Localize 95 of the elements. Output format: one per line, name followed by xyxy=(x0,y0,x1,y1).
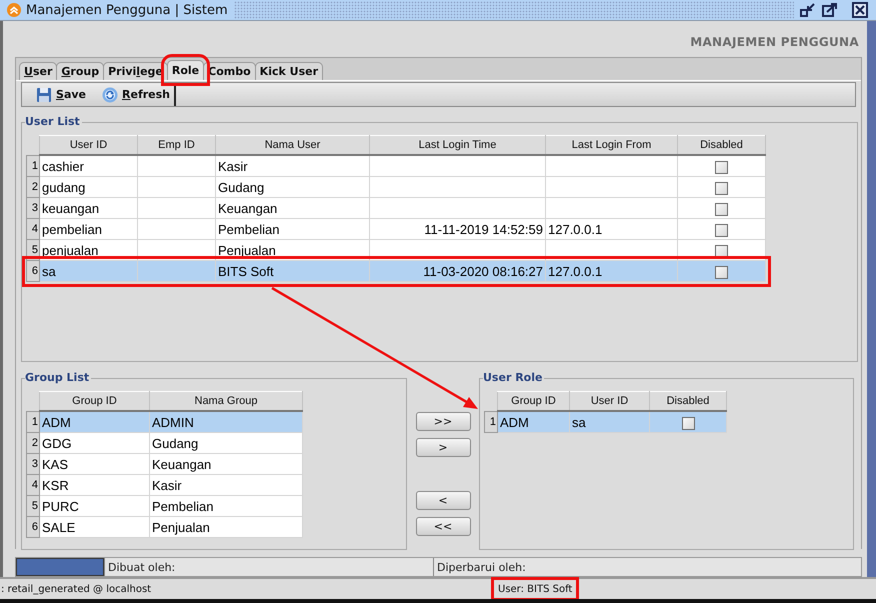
refresh-icon xyxy=(102,86,118,103)
updated-by-label: Diperbarui oleh: xyxy=(433,558,861,576)
group-title: User List xyxy=(25,115,82,128)
group-title: Group List xyxy=(25,371,92,384)
row-number: 5 xyxy=(26,496,40,517)
app-logo-icon xyxy=(7,3,21,18)
column-header[interactable]: User ID xyxy=(40,136,138,156)
table-row[interactable]: 1 ADM sa xyxy=(484,411,726,433)
column-header[interactable]: Disabled xyxy=(650,392,726,412)
table-cell: sa xyxy=(570,411,650,433)
row-number: 6 xyxy=(26,260,40,282)
table-row[interactable]: 4 KSR Kasir xyxy=(26,474,302,496)
table-row[interactable]: 5 PURC Pembelian xyxy=(26,496,302,517)
move-button[interactable]: >> xyxy=(416,412,470,432)
move-button[interactable]: > xyxy=(416,438,470,458)
table-cell: Gudang xyxy=(216,176,370,198)
window-title: Manajemen Pengguna | Sistem xyxy=(26,2,228,18)
table-cell: PURC xyxy=(40,496,150,517)
table-row[interactable]: 5 penjualan Penjualan xyxy=(26,240,766,261)
checkbox[interactable] xyxy=(715,202,728,216)
row-number: 2 xyxy=(26,176,40,198)
column-header[interactable]: Group ID xyxy=(498,392,570,412)
table-row[interactable]: 3 KAS Keuangan xyxy=(26,454,302,475)
table-cell: BITS Soft xyxy=(216,260,370,282)
table-row[interactable]: 4 pembelian Pembelian 11-11-2019 14:52:59 127.0.0.1 xyxy=(26,218,766,240)
row-number: 2 xyxy=(26,432,40,454)
table-row[interactable]: 2 GDG Gudang xyxy=(26,432,302,454)
created-by-label: Dibuat oleh: xyxy=(104,558,433,576)
checkbox[interactable] xyxy=(715,224,728,237)
table-cell: pembelian xyxy=(40,218,138,240)
column-header[interactable]: Disabled xyxy=(678,136,766,156)
checkbox[interactable] xyxy=(682,416,694,430)
status-text: : retail_generated @ localhost xyxy=(1,584,152,595)
table-row[interactable]: 3 keuangan Keuangan xyxy=(26,198,766,219)
column-header[interactable]: Nama Group xyxy=(150,392,302,412)
table-cell: Penjualan xyxy=(150,516,302,538)
table-row[interactable]: 6 SALE Penjualan xyxy=(26,516,302,538)
maximize-icon[interactable] xyxy=(822,2,838,18)
row-number: 4 xyxy=(26,474,40,496)
row-number: 1 xyxy=(26,411,40,433)
table-row[interactable]: 1 ADM ADMIN xyxy=(26,411,302,433)
table-cell: Keuangan xyxy=(150,454,302,475)
table-cell: 127.0.0.1 xyxy=(546,218,678,240)
table-cell: ADMIN xyxy=(150,411,302,433)
checkbox[interactable] xyxy=(715,244,728,258)
page-heading: MANAJEMEN PENGGUNA xyxy=(690,35,859,52)
table-cell: Gudang xyxy=(150,432,302,454)
tab[interactable]: User xyxy=(19,62,58,80)
table-cell: KSR xyxy=(40,474,150,496)
status-text: User: BITS Soft xyxy=(498,584,572,595)
move-button[interactable]: < xyxy=(416,491,470,510)
close-icon[interactable] xyxy=(852,2,868,18)
table-row[interactable]: 2 gudang Gudang xyxy=(26,176,766,198)
table-cell: sa xyxy=(40,260,138,282)
row-number: 4 xyxy=(26,218,40,240)
table-cell: ADM xyxy=(40,411,150,433)
row-number: 1 xyxy=(26,155,40,177)
table-cell: 11-03-2020 08:16:27 xyxy=(370,260,546,282)
group-title: User Role xyxy=(483,371,544,384)
tab[interactable]: Kick User xyxy=(254,62,323,80)
table-cell: cashier xyxy=(40,155,138,177)
tab[interactable]: Combo xyxy=(203,62,256,80)
refresh-button[interactable]: Refresh xyxy=(100,83,172,106)
table-cell: Kasir xyxy=(150,474,302,496)
table-cell: 11-11-2019 14:52:59 xyxy=(370,218,546,240)
column-header[interactable]: Emp ID xyxy=(138,136,216,156)
move-button[interactable]: << xyxy=(416,517,470,536)
table-cell: SALE xyxy=(40,516,150,538)
table-cell: keuangan xyxy=(40,198,138,219)
row-number: 1 xyxy=(484,411,498,433)
table-cell: 127.0.0.1 xyxy=(546,260,678,282)
checkbox[interactable] xyxy=(715,266,728,279)
table-cell: gudang xyxy=(40,176,138,198)
column-header[interactable]: Last Login From xyxy=(546,136,678,156)
table-cell: ADM xyxy=(498,411,570,433)
save-button[interactable]: Save xyxy=(34,83,88,106)
row-number: 6 xyxy=(26,516,40,538)
column-header[interactable]: Group ID xyxy=(40,392,150,412)
tab[interactable]: Group xyxy=(56,62,104,80)
table-cell: KAS xyxy=(40,454,150,475)
table-cell: GDG xyxy=(40,432,150,454)
table-cell: Keuangan xyxy=(216,198,370,219)
table-row[interactable]: 1 cashier Kasir xyxy=(26,155,766,177)
table-cell: Kasir xyxy=(216,155,370,177)
table-row[interactable]: 6 sa BITS Soft 11-03-2020 08:16:27 127.0.0.1 xyxy=(26,260,766,282)
row-number: 3 xyxy=(26,198,40,219)
checkbox[interactable] xyxy=(715,182,728,195)
minimize-icon[interactable] xyxy=(800,2,816,18)
checkbox[interactable] xyxy=(715,160,728,174)
column-header[interactable]: Nama User xyxy=(216,136,370,156)
row-number: 3 xyxy=(26,454,40,475)
table-cell: Pembelian xyxy=(216,218,370,240)
column-header[interactable]: Last Login Time xyxy=(370,136,546,156)
table-cell: Pembelian xyxy=(150,496,302,517)
column-header[interactable]: User ID xyxy=(570,392,650,412)
